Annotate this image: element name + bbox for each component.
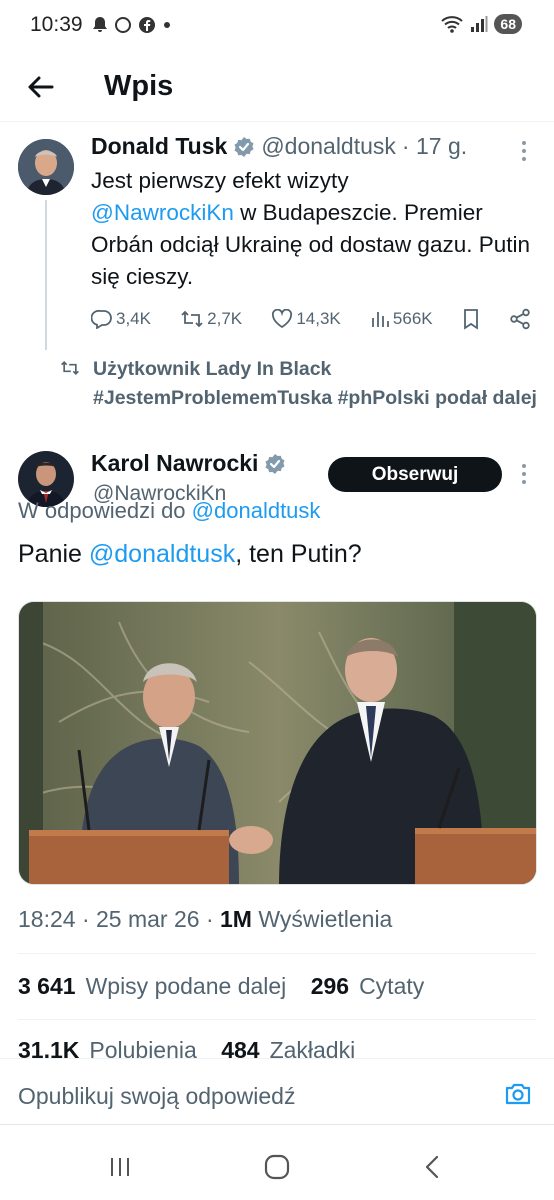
thread-line (45, 200, 47, 350)
share-button[interactable] (509, 308, 531, 330)
avatar-donald-tusk[interactable] (18, 139, 74, 195)
reply-to-mention[interactable]: @donaldtusk (192, 498, 321, 523)
dot-icon (164, 22, 170, 28)
repost-notice-text[interactable]: Użytkownik Lady In Black #JestemProbleme… (93, 355, 543, 412)
reply-composer: Opublikuj swoją odpowiedź (0, 1058, 554, 1124)
system-icons: 68 (440, 14, 522, 34)
views-label: Wyświetlenia (258, 906, 393, 932)
back-nav-button[interactable] (412, 1147, 452, 1187)
follow-button[interactable]: Obserwuj (328, 457, 502, 492)
post-time: · 17 g. (401, 133, 468, 159)
more-dot (522, 472, 526, 476)
more-dot (522, 480, 526, 484)
chevron-left-icon (425, 1155, 439, 1179)
reply-to-line: W odpowiedzi do @donaldtusk (18, 498, 320, 524)
bell-icon (93, 17, 107, 32)
top-app-bar: Wpis (0, 52, 554, 122)
system-nav-bar (0, 1124, 554, 1200)
reply-count: 3,4K (116, 309, 151, 328)
verified-badge-icon (265, 453, 285, 474)
back-button[interactable] (22, 69, 58, 105)
bar-chart-icon (372, 312, 389, 327)
tweet-photo[interactable] (18, 601, 537, 885)
more-dot (522, 149, 526, 153)
recents-icon (111, 1158, 129, 1176)
more-dot (522, 141, 526, 145)
wifi-icon (441, 16, 464, 33)
repost-icon (181, 310, 203, 328)
mention-link[interactable]: @donaldtusk (89, 540, 235, 568)
like-count: 14,3K (296, 309, 341, 328)
quotes-count: 296 (310, 973, 350, 999)
post-date: · 25 mar 26 · (81, 906, 214, 932)
reposts-label: Wpisy podane dalej (85, 973, 287, 999)
author-handle[interactable]: @donaldtusk (261, 133, 396, 160)
more-dot (522, 157, 526, 161)
status-time: 10:39 (30, 13, 83, 36)
bookmark-icon (463, 309, 478, 330)
camera-icon (505, 1083, 531, 1105)
heart-icon (272, 309, 293, 329)
tweet2-author-row: Karol Nawrocki (91, 450, 286, 477)
repost-button[interactable]: 2,7K (180, 309, 242, 329)
repost-count: 2,7K (207, 309, 243, 328)
divider (18, 1019, 536, 1020)
quotes-label: Cytaty (359, 973, 425, 999)
more-options-button[interactable] (514, 137, 534, 165)
verified-badge-icon (234, 136, 254, 157)
reply-input[interactable]: Opublikuj swoją odpowiedź (18, 1083, 295, 1110)
bookmark-button[interactable] (462, 308, 480, 330)
reposts-stat[interactable]: 3 641 Wpisy podane dalej (18, 973, 304, 999)
recent-apps-button[interactable] (100, 1147, 140, 1187)
reposts-count: 3 641 (18, 973, 76, 999)
repost-small-icon (61, 360, 79, 376)
tweet1-text: Jest pierwszy efekt wizyty @NawrockiKn w … (91, 165, 531, 293)
notification-icons (92, 16, 172, 34)
tweet1-actions: 3,4K 2,7K 14,3K 566K (91, 305, 531, 333)
tweet2-text-part2: , ten Putin? (235, 540, 362, 568)
mention-link[interactable]: @NawrockiKn (91, 200, 234, 225)
more-options-button[interactable] (514, 460, 534, 488)
arrow-left-icon (28, 76, 54, 98)
author-name[interactable]: Donald Tusk (91, 133, 227, 160)
post-time: 18:24 (18, 906, 76, 932)
divider (18, 953, 536, 954)
home-icon (264, 1154, 290, 1180)
status-bar: 10:39 68 (0, 0, 554, 52)
author-name[interactable]: Karol Nawrocki (91, 450, 258, 477)
page-title: Wpis (104, 70, 174, 102)
facebook-icon (139, 17, 155, 33)
reply-button[interactable]: 3,4K (91, 309, 151, 329)
camera-button[interactable] (504, 1081, 532, 1112)
signal-icon (471, 16, 488, 32)
views-count: 566K (392, 309, 433, 328)
reply-icon (91, 309, 112, 329)
tweet2-text-part1: Panie (18, 540, 89, 568)
quotes-stat[interactable]: 296 Cytaty (311, 973, 443, 999)
tweet1-text-part1: Jest pierwszy efekt wizyty (91, 168, 349, 193)
more-dot (522, 464, 526, 468)
views-count: 1M (220, 906, 252, 932)
battery-indicator: 68 (494, 14, 522, 34)
reply-to-label: W odpowiedzi do (18, 498, 186, 523)
photo-handshake-image (19, 602, 536, 884)
views-button[interactable]: 566K (370, 309, 433, 329)
like-button[interactable]: 14,3K (271, 309, 341, 329)
share-icon (510, 308, 530, 330)
post-meta: 18:24 · 25 mar 26 · 1M Wyświetlenia (18, 906, 392, 933)
home-button[interactable] (257, 1147, 297, 1187)
tweet1-author-row: Donald Tusk @donaldtusk · 17 g. (91, 133, 467, 160)
chat-bubble-icon (115, 17, 131, 33)
avatar-image (18, 139, 74, 195)
tweet2-text: Panie @donaldtusk, ten Putin? (18, 540, 362, 569)
stats-row-1: 3 641 Wpisy podane dalej 296 Cytaty (18, 973, 442, 1000)
